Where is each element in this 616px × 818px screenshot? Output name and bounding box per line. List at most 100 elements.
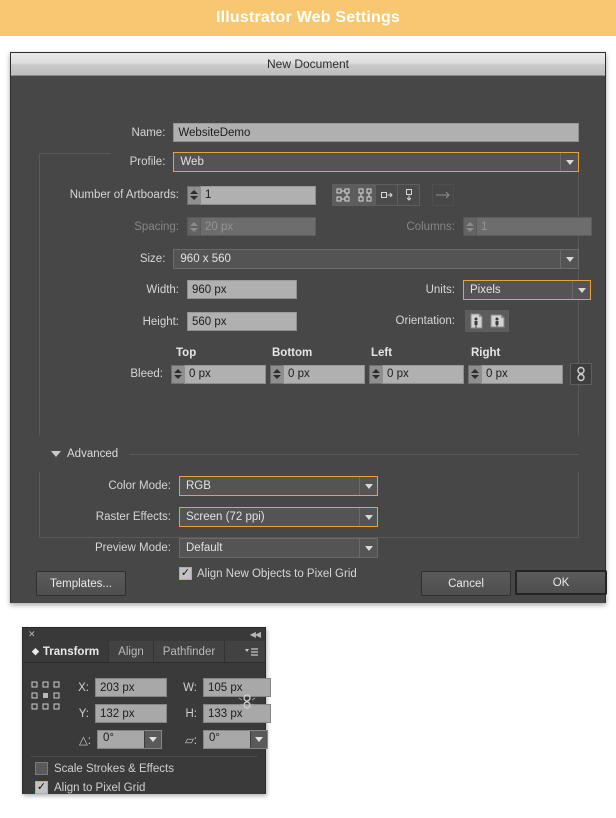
tab-transform-label: Transform	[42, 645, 100, 658]
arrange-grid-by-row-icon[interactable]	[332, 184, 354, 206]
panel-align-pixel-grid-checkbox[interactable]: ✓	[35, 781, 48, 794]
columns-input	[476, 217, 592, 236]
preview-mode-label: Preview Mode:	[94, 542, 171, 554]
tab-pathfinder-label: Pathfinder	[162, 645, 216, 658]
dialog-title: New Document	[266, 57, 350, 71]
reference-point-widget[interactable]	[31, 681, 61, 716]
raster-effects-dropdown[interactable]: Screen (72 ppi)	[179, 507, 378, 527]
bleed-bottom-header: Bottom	[272, 347, 313, 359]
columns-stepper	[463, 217, 476, 236]
row-scale-strokes: Scale Strokes & Effects	[35, 762, 174, 775]
row-rotate: △: 0°	[75, 730, 162, 749]
w-label: W:	[183, 681, 197, 694]
row-artboards: Number of Artboards:	[11, 184, 454, 206]
orientation-landscape-icon[interactable]	[487, 310, 509, 332]
spacing-stepper	[187, 217, 200, 236]
orientation-portrait-icon[interactable]	[465, 310, 487, 332]
width-input[interactable]	[187, 280, 297, 299]
size-label: Size:	[139, 253, 166, 265]
row-shear: ▱: 0°	[181, 730, 268, 749]
chevron-down-icon	[144, 731, 161, 748]
bleed-left-input[interactable]	[382, 364, 464, 384]
arrange-direction-icon[interactable]	[432, 184, 454, 206]
row-spacing: Spacing:	[11, 217, 316, 236]
width-label: Width:	[146, 283, 179, 296]
shear-combobox[interactable]: 0°	[203, 730, 268, 749]
x-label: X:	[78, 681, 89, 694]
chevron-down-icon	[359, 539, 377, 557]
preview-mode-dropdown[interactable]: Default	[179, 538, 378, 558]
chevron-down-icon	[560, 250, 578, 268]
artboards-stepper[interactable]	[187, 185, 200, 205]
scale-strokes-label: Scale Strokes & Effects	[54, 762, 174, 775]
artboards-input[interactable]	[200, 185, 316, 205]
arrange-by-row-icon[interactable]	[376, 184, 398, 206]
panel-body: X: W: Y: H:	[23, 663, 271, 794]
profile-dropdown[interactable]: Web	[173, 152, 579, 172]
chevron-down-icon	[359, 508, 377, 526]
advanced-disclosure[interactable]: Advanced	[51, 448, 118, 460]
row-color-mode: Color Mode: RGB	[11, 476, 378, 496]
row-name: Name:	[11, 123, 579, 142]
x-input[interactable]	[95, 678, 167, 697]
collapse-icon[interactable]: ◀◀	[250, 630, 261, 639]
bleed-top-input[interactable]	[184, 364, 266, 384]
y-input[interactable]	[95, 704, 167, 723]
arrange-by-column-icon[interactable]	[398, 184, 420, 206]
profile-value: Web	[180, 156, 204, 168]
row-preview-mode: Preview Mode: Default	[11, 538, 378, 558]
artboard-arrangement-group	[332, 184, 420, 206]
constrain-proportions-icon[interactable]	[236, 691, 258, 718]
orientation-label: Orientation:	[395, 315, 455, 327]
arrange-grid-by-column-icon[interactable]	[354, 184, 376, 206]
bleed-bottom-stepper[interactable]	[270, 364, 283, 384]
columns-label: Columns:	[406, 220, 455, 233]
rotate-combobox[interactable]: 0°	[97, 730, 162, 749]
chevron-down-icon	[572, 281, 590, 299]
ok-button[interactable]: OK	[515, 570, 607, 595]
row-align-pixel-grid: ✓ Align New Objects to Pixel Grid	[179, 567, 357, 580]
bleed-top-stepper[interactable]	[171, 364, 184, 384]
color-mode-dropdown[interactable]: RGB	[179, 476, 378, 496]
bleed-left-stepper[interactable]	[369, 364, 382, 384]
templates-button[interactable]: Templates...	[36, 571, 126, 596]
shear-label: ▱:	[184, 734, 197, 747]
close-icon[interactable]: ✕	[28, 629, 36, 640]
bleed-bottom-input[interactable]	[283, 364, 365, 384]
color-mode-value: RGB	[186, 480, 211, 492]
cancel-button[interactable]: Cancel	[421, 571, 511, 596]
h-label: H:	[185, 707, 198, 720]
height-input[interactable]	[187, 312, 297, 331]
name-input[interactable]	[173, 123, 579, 142]
dialog-titlebar[interactable]: New Document	[11, 53, 605, 76]
spacing-input	[200, 217, 316, 236]
panel-menu-icon[interactable]	[239, 641, 265, 662]
tab-filler	[225, 641, 239, 662]
dialog-body: Name: Profile: Web Number of Artboards:	[11, 76, 607, 603]
bleed-right-stepper[interactable]	[468, 364, 481, 384]
units-dropdown[interactable]: Pixels	[463, 280, 591, 300]
scale-strokes-checkbox[interactable]	[35, 762, 48, 775]
chevron-down-icon	[359, 477, 377, 495]
bleed-right-header: Right	[471, 347, 501, 359]
row-units: Units: Pixels	[389, 280, 591, 300]
row-profile: Profile: Web	[11, 152, 579, 172]
row-raster-effects: Raster Effects: Screen (72 ppi)	[11, 507, 378, 527]
tab-pathfinder[interactable]: Pathfinder	[153, 641, 226, 662]
app-banner: Illustrator Web Settings	[0, 0, 616, 36]
row-transform-y: Y:	[75, 704, 167, 723]
tab-align[interactable]: Align	[109, 641, 154, 662]
row-height: Height:	[11, 312, 297, 331]
panel-tabs: ◆ Transform Align Pathfinder	[23, 641, 265, 663]
raster-effects-label: Raster Effects:	[95, 511, 171, 523]
size-dropdown[interactable]: 960 x 560	[173, 249, 579, 269]
align-pixel-grid-label: Align New Objects to Pixel Grid	[197, 567, 357, 580]
bleed-link-icon[interactable]	[570, 363, 592, 385]
tab-transform[interactable]: ◆ Transform	[23, 641, 110, 662]
bleed-right-input[interactable]	[481, 364, 563, 384]
row-panel-align-pixel-grid: ✓ Align to Pixel Grid	[35, 781, 145, 794]
height-label: Height:	[142, 315, 179, 328]
align-pixel-grid-checkbox[interactable]: ✓	[179, 567, 192, 580]
banner-title: Illustrator Web Settings	[215, 9, 401, 26]
new-document-dialog: New Document Name: Profile: Web Number o…	[10, 52, 607, 603]
